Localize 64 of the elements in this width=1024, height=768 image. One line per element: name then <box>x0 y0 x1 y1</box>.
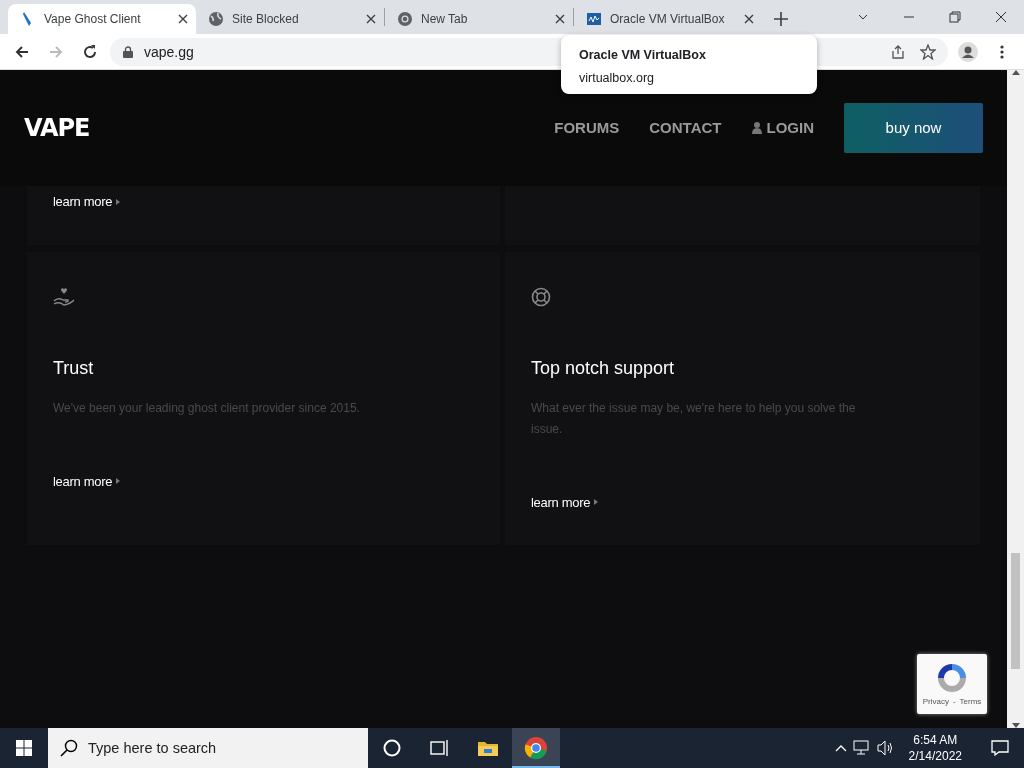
scrollbar[interactable] <box>1007 70 1024 728</box>
card-description: We've been your leading ghost client provider since 2015. <box>53 399 361 417</box>
folder-icon <box>477 739 499 757</box>
menu-icon <box>1000 43 1004 60</box>
lifebuoy-icon <box>531 286 551 307</box>
restore-icon <box>948 10 962 24</box>
user-icon <box>751 122 762 134</box>
learn-more-link[interactable]: learn more <box>531 492 599 513</box>
scroll-thumb[interactable] <box>1011 553 1020 669</box>
close-tab-icon[interactable] <box>366 14 376 24</box>
nav-link[interactable]: CONTACT <box>649 116 722 140</box>
privacy-link[interactable]: Privacy <box>922 696 949 708</box>
circle-icon <box>383 739 401 757</box>
chrome-icon <box>397 11 413 27</box>
site-logo[interactable]: VAPE <box>24 110 90 146</box>
task-view-icon <box>430 739 450 757</box>
search-icon <box>60 739 78 757</box>
time-text: 6:54 AM <box>912 732 959 748</box>
browser-tab[interactable]: New Tab <box>385 4 573 34</box>
chevron-right-icon <box>594 499 599 506</box>
taskbar-search-field[interactable]: Type here to search <box>48 728 368 768</box>
tab-title: Oracle VM VirtualBox <box>610 11 726 28</box>
nav-link[interactable]: FORUMS <box>554 116 620 140</box>
close-icon <box>994 10 1008 24</box>
speaker-icon[interactable] <box>876 740 895 756</box>
tab-title: Site Blocked <box>232 11 300 28</box>
virtualbox-icon <box>586 11 602 27</box>
close-tab-icon[interactable] <box>555 14 565 24</box>
chrome-icon <box>524 736 548 760</box>
chat-bubble-icon <box>991 739 1009 757</box>
card-title: Top notch support <box>531 358 676 380</box>
terms-link[interactable]: Terms <box>959 696 982 708</box>
browser-tab[interactable]: Oracle VM VirtualBox <box>574 4 762 34</box>
chevron-right-icon <box>116 198 121 205</box>
share-icon[interactable] <box>890 43 906 60</box>
buy-now-button[interactable]: buy now <box>844 103 983 153</box>
tooltip-url: virtualbox.org <box>579 69 656 87</box>
learn-more-link[interactable]: learn more <box>53 192 121 212</box>
tab-title: New Tab <box>421 11 469 28</box>
taskbar-app[interactable] <box>512 728 560 768</box>
learn-more-link[interactable]: learn more <box>53 471 121 492</box>
tab-title: Vape Ghost Client <box>44 11 142 28</box>
date-text: 2/14/2022 <box>908 748 962 764</box>
browser-tab[interactable]: Vape Ghost Client <box>8 4 196 34</box>
new-tab-icon[interactable] <box>774 12 788 26</box>
close-tab-icon[interactable] <box>178 14 188 24</box>
browser-tab[interactable]: Site Blocked <box>196 4 384 34</box>
globe-icon <box>208 11 224 27</box>
nav-link[interactable]: LOGIN <box>751 116 814 140</box>
windows-icon <box>16 740 32 756</box>
card-description: What ever the issue may be, we're here to help you solve the issue. <box>531 399 857 438</box>
chevron-up-icon[interactable] <box>834 744 847 752</box>
bookmark-star-icon[interactable] <box>920 43 936 60</box>
card-title: Trust <box>53 358 95 380</box>
reload-icon <box>81 42 99 61</box>
avatar-icon <box>958 41 978 62</box>
heart-hand-icon <box>53 286 75 307</box>
separator-text: - <box>952 696 956 708</box>
close-tab-icon[interactable] <box>744 14 754 24</box>
network-icon[interactable] <box>852 740 871 756</box>
tooltip-title: Oracle VM VirtualBox <box>579 47 707 64</box>
chevron-right-icon <box>116 478 121 485</box>
lock-icon <box>123 45 133 58</box>
clock[interactable]: 6:54 AM 2/14/2022 <box>900 732 970 764</box>
